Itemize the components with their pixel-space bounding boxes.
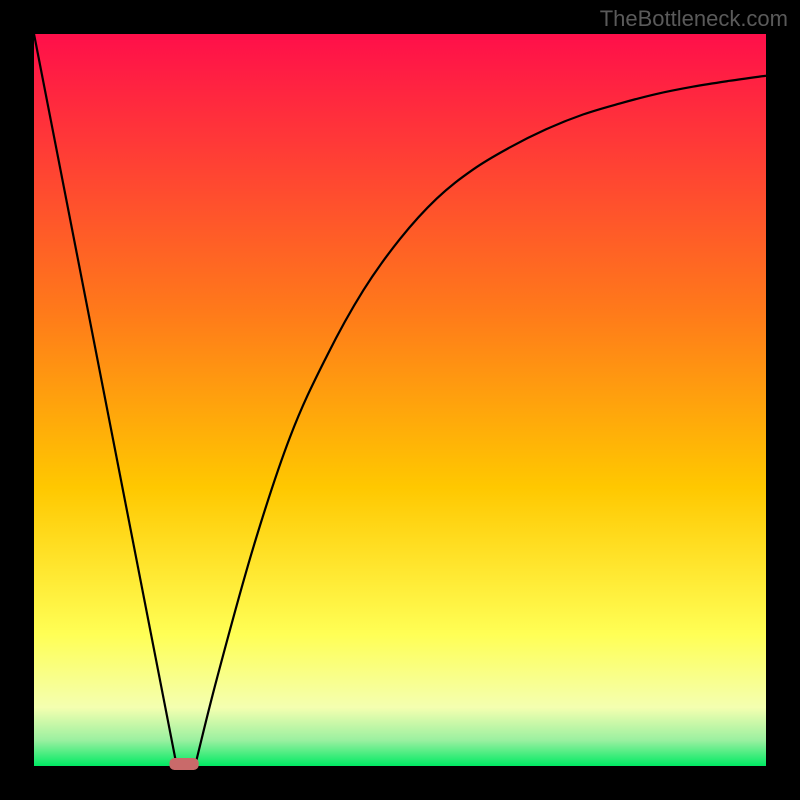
attribution-label: TheBottleneck.com (600, 6, 788, 32)
bottleneck-chart (0, 0, 800, 800)
chart-container: TheBottleneck.com (0, 0, 800, 800)
plot-background (34, 34, 766, 766)
optimal-marker (169, 758, 198, 770)
